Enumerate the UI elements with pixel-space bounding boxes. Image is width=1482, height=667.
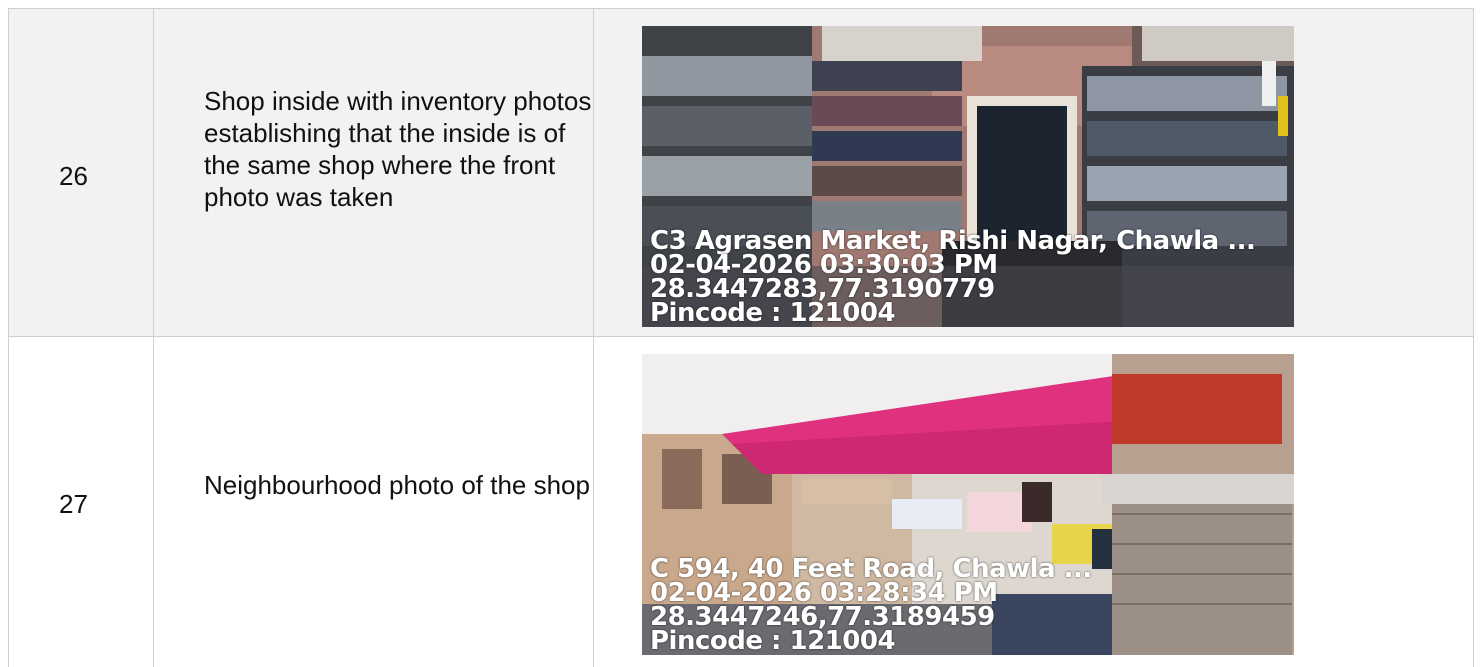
stamp-pincode: Pincode : 121004	[650, 626, 896, 655]
neighbourhood-photo[interactable]: C 594, 40 Feet Road, Chawla ... 02-04-20…	[642, 354, 1294, 655]
table-row: 27 Neighbourhood photo of the shop C 594…	[8, 337, 1474, 667]
row-description: Neighbourhood photo of the shop	[204, 470, 590, 500]
row-number: 26	[59, 161, 88, 191]
stamp-pincode: Pincode : 121004	[650, 298, 896, 327]
photo-cell: C 594, 40 Feet Road, Chawla ... 02-04-20…	[593, 337, 1474, 667]
row-number-cell: 27	[8, 337, 153, 667]
row-number: 27	[59, 489, 88, 519]
table-row: 26 Shop inside with inventory photos est…	[8, 9, 1474, 337]
row-number-cell: 26	[8, 9, 153, 336]
description-cell: Neighbourhood photo of the shop	[153, 337, 593, 667]
shop-interior-photo[interactable]: C3 Agrasen Market, Rishi Nagar, Chawla .…	[642, 26, 1294, 327]
row-description: Shop inside with inventory photos establ…	[204, 86, 592, 212]
photo-evidence-table: 26 Shop inside with inventory photos est…	[8, 8, 1474, 667]
photo-geotag-stamp: C3 Agrasen Market, Rishi Nagar, Chawla .…	[650, 228, 1256, 327]
photo-geotag-stamp: C 594, 40 Feet Road, Chawla ... 02-04-20…	[650, 556, 1092, 655]
photo-cell: C3 Agrasen Market, Rishi Nagar, Chawla .…	[593, 9, 1474, 336]
description-cell: Shop inside with inventory photos establ…	[153, 9, 593, 336]
